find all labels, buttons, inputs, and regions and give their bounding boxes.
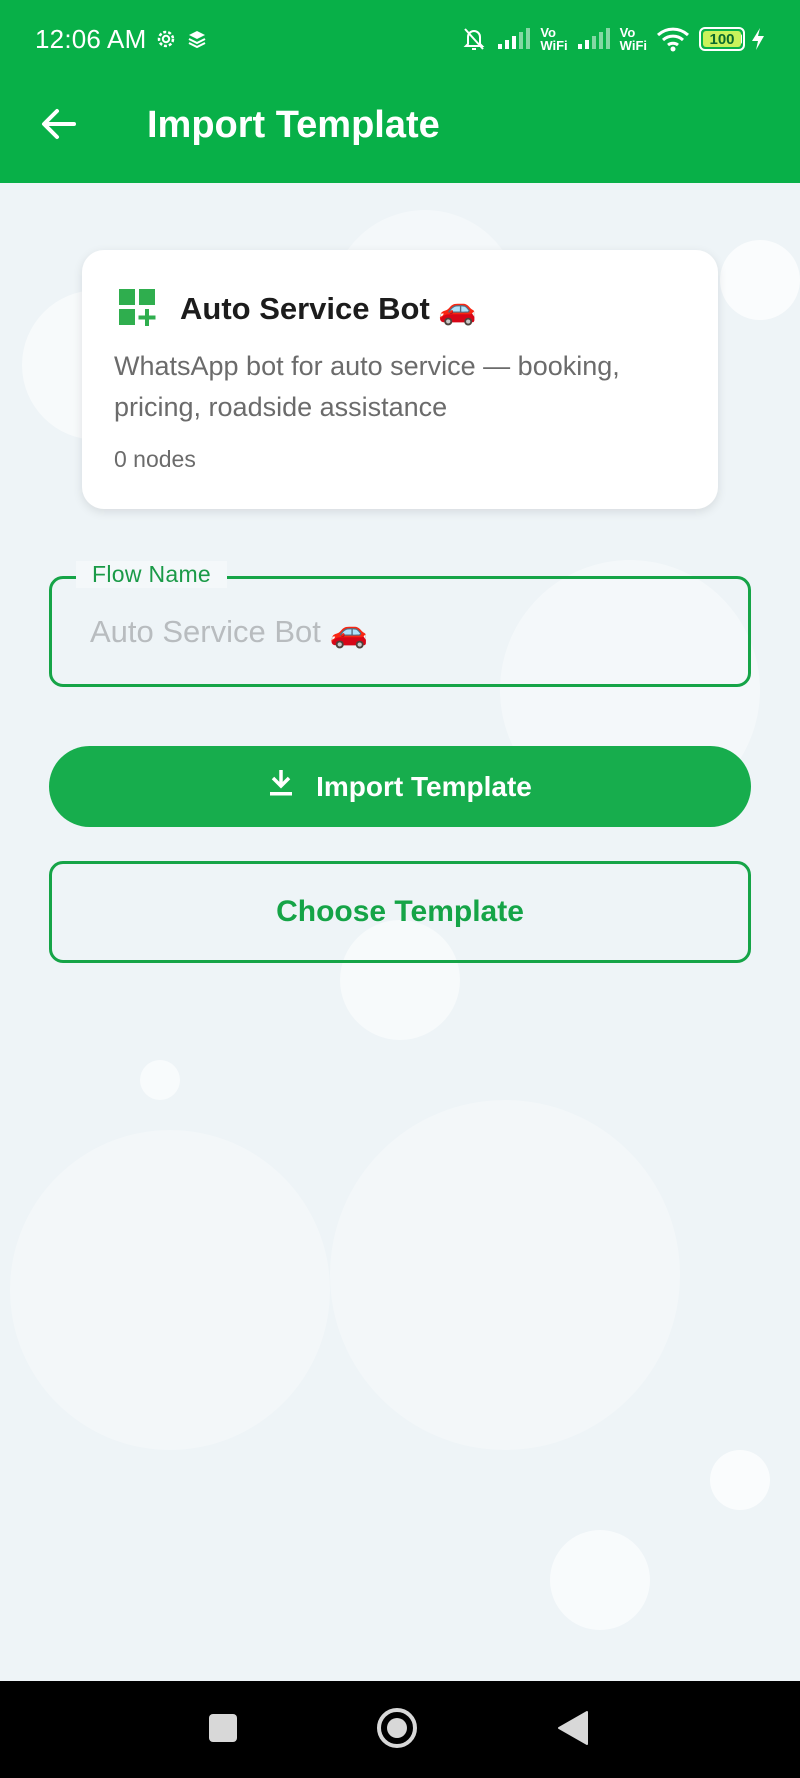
- top-bar: 12:06 AM Vo WiFi Vo WiFi 100 Import Temp…: [0, 0, 800, 183]
- choose-template-label: Choose Template: [276, 895, 524, 928]
- home-button[interactable]: [374, 1707, 420, 1753]
- battery-level: 100: [709, 30, 735, 48]
- widgets-add-icon: [118, 288, 158, 328]
- home-circle-icon: [376, 1707, 418, 1754]
- import-template-button[interactable]: Import Template: [49, 746, 751, 827]
- template-description: WhatsApp bot for auto service — booking,…: [114, 351, 620, 422]
- back-nav-button[interactable]: [553, 1708, 593, 1752]
- bell-off-icon: [460, 25, 488, 53]
- recents-square-icon: [208, 1713, 238, 1748]
- recents-button[interactable]: [202, 1709, 244, 1751]
- signal-icon: [496, 27, 532, 51]
- import-template-label: Import Template: [316, 770, 532, 802]
- background-bubble: [140, 1060, 180, 1100]
- background-bubble: [10, 1130, 330, 1450]
- download-icon: [268, 769, 294, 804]
- app-bar: Import Template: [0, 78, 800, 183]
- background-bubble: [550, 1530, 650, 1630]
- status-bar: 12:06 AM Vo WiFi Vo WiFi 100: [0, 0, 800, 78]
- flow-name-field[interactable]: Flow Name: [49, 561, 751, 687]
- system-nav-bar: [0, 1681, 800, 1778]
- vowifi-label: Vo WiFi: [540, 25, 568, 53]
- gear-icon: [154, 27, 178, 51]
- template-title: Auto Service Bot 🚗: [180, 290, 477, 326]
- wifi-icon: [655, 26, 691, 52]
- background-bubble: [720, 240, 800, 320]
- status-time: 12:06 AM: [35, 23, 147, 54]
- layers-icon: [186, 28, 208, 50]
- battery-icon: 100: [699, 27, 745, 51]
- template-node-count: 0 nodes: [114, 446, 196, 472]
- vowifi-label: Vo WiFi: [619, 25, 647, 53]
- charging-icon: [750, 27, 766, 51]
- signal-icon: [576, 27, 612, 51]
- page-title: Import Template: [147, 104, 440, 146]
- template-card: Auto Service Bot 🚗 WhatsApp bot for auto…: [82, 250, 718, 509]
- back-triangle-icon: [557, 1710, 589, 1751]
- background-bubble: [710, 1450, 770, 1510]
- choose-template-button[interactable]: Choose Template: [49, 861, 751, 963]
- flow-name-input[interactable]: [90, 609, 710, 655]
- flow-name-label: Flow Name: [76, 561, 228, 588]
- back-button[interactable]: [30, 98, 86, 154]
- background-bubble: [330, 1100, 680, 1450]
- arrow-left-icon: [40, 108, 76, 145]
